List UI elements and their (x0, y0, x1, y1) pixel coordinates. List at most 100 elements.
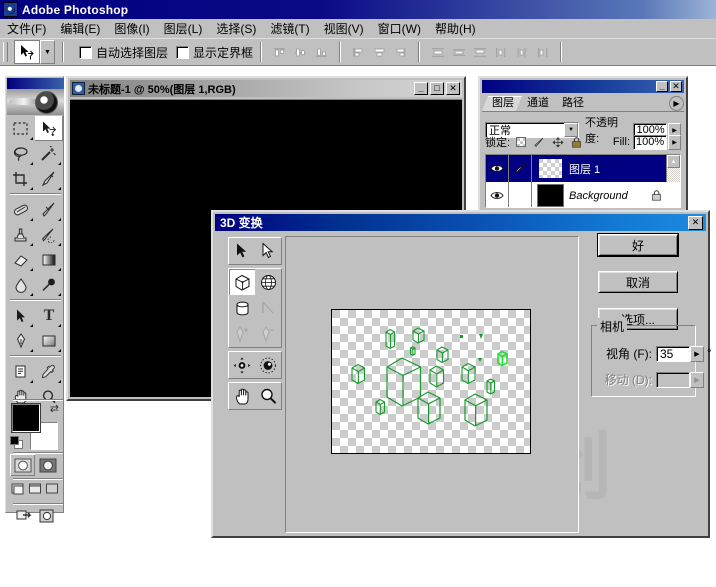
lock-transparency-icon[interactable] (516, 137, 527, 147)
tab-channels[interactable]: 通道 (517, 96, 557, 111)
distribute-left-edges-icon[interactable] (491, 43, 510, 62)
fill-input[interactable]: 100% (633, 134, 667, 150)
notes-tool-icon[interactable] (7, 359, 35, 384)
layers-list[interactable]: 图层 1 ▲ Background (485, 154, 681, 208)
sphere-tool-icon[interactable] (255, 269, 281, 295)
distribute-right-edges-icon[interactable] (533, 43, 552, 62)
palette-close-button[interactable]: ✕ (670, 81, 682, 92)
trackball-tool-icon[interactable] (229, 352, 255, 378)
eraser-tool-icon[interactable] (7, 247, 35, 272)
cylinder-tool-icon[interactable] (229, 295, 255, 321)
layer-visibility-icon[interactable] (486, 155, 509, 182)
show-bounding-box-box[interactable] (176, 45, 190, 59)
type-tool-icon[interactable]: T (35, 303, 63, 328)
tab-paths[interactable]: 路径 (552, 96, 592, 111)
blur-tool-icon[interactable] (7, 272, 35, 297)
dialog-title-bar[interactable]: 3D 变换 ✕ (215, 214, 706, 231)
field-of-view-input[interactable]: 35 (656, 345, 690, 362)
quick-mask-mode-icon[interactable] (35, 454, 60, 476)
dialog-close-button[interactable]: ✕ (688, 215, 703, 230)
options-bar-grip[interactable] (3, 42, 8, 62)
lock-all-icon[interactable] (571, 136, 582, 148)
menu-filter[interactable]: 滤镜(T) (263, 19, 316, 38)
layer-edit-icon[interactable] (509, 155, 532, 182)
cancel-button[interactable]: 取消 (598, 271, 678, 293)
align-vertical-centers-icon[interactable] (291, 43, 310, 62)
distribute-horizontal-centers-icon[interactable] (512, 43, 531, 62)
distribute-top-edges-icon[interactable] (428, 43, 447, 62)
auto-select-layer-box[interactable] (79, 45, 92, 59)
align-top-edges-icon[interactable] (270, 43, 289, 62)
clone-stamp-tool-icon[interactable] (7, 222, 35, 247)
lasso-tool-icon[interactable] (7, 141, 35, 166)
move-tool-icon[interactable] (14, 40, 40, 64)
align-horizontal-centers-icon[interactable] (370, 43, 389, 62)
dodge-tool-icon[interactable] (35, 272, 63, 297)
auto-select-layer-checkbox[interactable]: 自动选择图层 (79, 44, 168, 61)
foreground-color-swatch[interactable] (12, 404, 40, 432)
menu-file[interactable]: 文件(F) (0, 19, 53, 38)
align-left-edges-icon[interactable] (349, 43, 368, 62)
layer-thumbnail[interactable] (537, 184, 564, 207)
shape-tool-icon[interactable] (35, 328, 63, 353)
hand-tool-icon[interactable] (229, 383, 255, 409)
lock-position-icon[interactable] (552, 136, 564, 148)
document-close-button[interactable]: ✕ (446, 82, 460, 95)
scroll-up-button[interactable]: ▲ (667, 155, 680, 168)
swap-colors-icon[interactable]: ⇄ (50, 402, 59, 415)
move-tool-icon[interactable] (35, 116, 63, 141)
menu-image[interactable]: 图像(I) (107, 19, 156, 38)
eyedropper-tool-icon[interactable] (35, 359, 63, 384)
direct-selection-tool-icon[interactable] (255, 238, 281, 264)
path-selection-tool-icon[interactable] (7, 303, 35, 328)
standard-screen-mode-icon[interactable] (10, 480, 27, 498)
table-row[interactable]: Background (486, 182, 680, 207)
document-title-bar[interactable]: 未标题-1 @ 50%(图层 1,RGB) _ □ ✕ (70, 80, 462, 97)
tab-layers[interactable]: 图层 (482, 96, 522, 111)
distribute-vertical-centers-icon[interactable] (449, 43, 468, 62)
tool-preset-dropdown[interactable]: ▼ (40, 40, 55, 64)
ok-button[interactable]: 好 (598, 234, 678, 256)
dialog-preview-area[interactable] (285, 236, 579, 533)
distribute-bottom-edges-icon[interactable] (470, 43, 489, 62)
magic-wand-tool-icon[interactable] (35, 141, 63, 166)
menu-help[interactable]: 帮助(H) (428, 19, 483, 38)
3d-preview-canvas[interactable] (331, 309, 531, 454)
layer-thumbnail[interactable] (537, 157, 564, 180)
healing-brush-tool-icon[interactable] (7, 197, 35, 222)
magnifier-tool-icon[interactable] (255, 383, 281, 409)
pen-tool-icon[interactable] (7, 328, 35, 353)
toolbox-title-bar[interactable] (7, 78, 64, 89)
default-colors-icon[interactable] (10, 436, 23, 449)
align-right-edges-icon[interactable] (391, 43, 410, 62)
layer-visibility-icon[interactable] (486, 182, 509, 207)
menu-select[interactable]: 选择(S) (209, 19, 263, 38)
palette-minimize-button[interactable]: _ (656, 81, 668, 92)
slice-tool-icon[interactable] (35, 166, 63, 191)
palette-menu-icon[interactable]: ▶ (669, 96, 684, 111)
document-minimize-button[interactable]: _ (414, 82, 428, 95)
crop-tool-icon[interactable] (7, 166, 35, 191)
layers-scrollbar[interactable]: ▲ (666, 155, 680, 182)
menu-layer[interactable]: 图层(L) (157, 19, 210, 38)
marquee-tool-icon[interactable] (7, 116, 35, 141)
menu-view[interactable]: 视图(V) (317, 19, 371, 38)
cube-tool-icon[interactable] (229, 269, 255, 295)
jump-to-imageready-button[interactable] (10, 505, 61, 527)
full-screen-with-menubar-icon[interactable] (27, 480, 44, 498)
history-brush-tool-icon[interactable] (35, 222, 63, 247)
show-bounding-box-checkbox[interactable]: 显示定界框 (176, 44, 253, 61)
gradient-tool-icon[interactable] (35, 247, 63, 272)
layers-palette-title-bar[interactable]: _ ✕ (482, 80, 684, 93)
align-bottom-edges-icon[interactable] (312, 43, 331, 62)
brush-tool-icon[interactable] (35, 197, 63, 222)
menu-window[interactable]: 窗口(W) (371, 19, 428, 38)
document-maximize-button[interactable]: □ (430, 82, 444, 95)
field-of-view-stepper[interactable]: ▶ (690, 345, 704, 362)
full-screen-mode-icon[interactable] (44, 480, 61, 498)
selection-tool-icon[interactable] (229, 238, 255, 264)
standard-mode-icon[interactable] (10, 454, 35, 476)
table-row[interactable]: 图层 1 ▲ (486, 155, 680, 182)
fill-stepper[interactable]: ▶ (668, 134, 681, 150)
menu-edit[interactable]: 编辑(E) (53, 19, 107, 38)
